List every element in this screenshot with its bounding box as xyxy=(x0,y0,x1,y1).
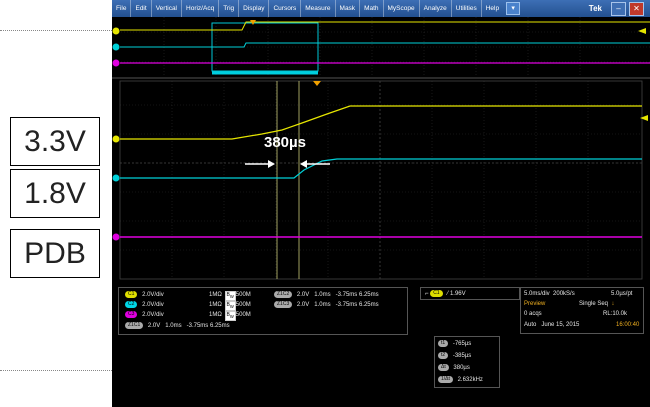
ch3-bw: 500M xyxy=(235,312,251,318)
measurement-annotation: 380µs xyxy=(264,134,306,151)
cursor-freq-chip[interactable]: 1/Δt xyxy=(438,376,453,383)
ch2-scale: 2.0V/div xyxy=(142,302,164,309)
ch3-chip[interactable]: C3 xyxy=(125,311,138,318)
trace-ch2 xyxy=(120,158,642,179)
ch2-impedance: 1MΩ xyxy=(209,302,222,308)
acquisition-mode: Preview xyxy=(524,301,546,307)
acquisition-time: 16:00:40 xyxy=(616,322,640,328)
sequence-status-icon: ↓ xyxy=(611,301,615,307)
zoom1-ch2-time: 1.0ms xyxy=(314,292,331,299)
menu-analyze[interactable]: Analyze xyxy=(420,0,452,17)
sequence-mode: Single Seq xyxy=(579,301,609,307)
trigger-position-marker[interactable] xyxy=(313,81,321,86)
label-1v8: 1.8V xyxy=(10,169,100,218)
menu-help[interactable]: Help xyxy=(482,0,503,17)
menu-measure[interactable]: Measure xyxy=(301,0,336,17)
overview-ch2-marker xyxy=(112,43,120,51)
sample-rate: 200kS/s xyxy=(553,291,575,297)
label-pdb: PDB xyxy=(10,229,100,278)
overview-panel xyxy=(112,17,650,75)
record-length: RL:10.0k xyxy=(603,311,628,317)
measurement-arrow-right xyxy=(300,160,330,168)
menu-trig[interactable]: Trig xyxy=(219,0,240,17)
cursor-delta-chip[interactable]: Δt xyxy=(438,364,449,371)
zoom1-ch2-chip[interactable]: Z1C2 xyxy=(274,291,293,298)
oscilloscope-window: File Edit Vertical Horiz/Acq Trig Displa… xyxy=(112,0,650,407)
cursor-freq-value: 2.632kHz xyxy=(457,377,483,384)
cursor-t2-chip[interactable]: t2 xyxy=(438,352,449,359)
main-graticule-frame xyxy=(119,80,643,280)
ch2-bw: 500M xyxy=(235,302,251,308)
cursor-delta-value: 380µs xyxy=(453,365,470,372)
trigger-level: 1.96V xyxy=(449,291,466,298)
trigger-slope-icon: ⁄ xyxy=(447,291,449,298)
overview-ch3-marker xyxy=(112,59,120,67)
zoom1-ch3-range: -3.75ms 6.25ms xyxy=(335,302,379,309)
ch1-scale: 2.0V/div xyxy=(142,292,164,299)
menu-horiz-acq[interactable]: Horiz/Acq xyxy=(182,0,220,17)
menu-utilities[interactable]: Utilities xyxy=(452,0,482,17)
zoom1-ch2-scale: 2.0V xyxy=(296,292,310,299)
measurement-arrow-left xyxy=(245,160,275,168)
ch2-ground-marker[interactable] xyxy=(112,174,120,182)
menu-mask[interactable]: Mask xyxy=(336,0,361,17)
minimize-icon[interactable]: – xyxy=(611,2,626,16)
menu-file[interactable]: File xyxy=(112,0,132,17)
dotted-guide-bottom xyxy=(0,370,112,371)
ch2-bw-label: BW xyxy=(224,301,236,311)
ch3-ground-marker[interactable] xyxy=(112,233,120,241)
cursor-t1-value: -765µs xyxy=(452,341,472,348)
trigger-edge-icon: ⌐ xyxy=(425,291,429,298)
help-dropdown-icon[interactable]: ▾ xyxy=(506,2,521,15)
zoom1-ch3-chip[interactable]: Z1C3 xyxy=(274,301,293,308)
main-grid xyxy=(120,81,642,279)
brand-logo: Tek xyxy=(588,4,602,13)
menu-display[interactable]: Display xyxy=(239,0,270,17)
resolution: 5.0µs/pt xyxy=(611,291,633,297)
ch3-impedance: 1MΩ xyxy=(209,312,222,318)
dotted-guide-top xyxy=(0,30,112,31)
trigger-panel[interactable]: ⌐ C1 ⁄ 1.96V xyxy=(420,287,520,300)
trigger-mode: Auto xyxy=(524,322,537,328)
ch1-chip[interactable]: C1 xyxy=(125,291,138,298)
ch1-impedance: 1MΩ xyxy=(209,292,222,298)
ch1-bw: 500M xyxy=(235,292,251,298)
menu-myscope[interactable]: MyScope xyxy=(384,0,420,17)
menu-edit[interactable]: Edit xyxy=(131,0,152,17)
acquisition-date: June 15, 2015 xyxy=(541,322,580,328)
horizontal-scale: 5.0ms/div xyxy=(524,291,550,297)
ch3-scale: 2.0V/div xyxy=(142,312,164,319)
ch2-chip[interactable]: C2 xyxy=(125,301,138,308)
zoom1-ch1-range: -3.75ms 6.25ms xyxy=(186,323,230,330)
zoom1-ch1-time: 1.0ms xyxy=(165,323,182,330)
waveform-display: 380µs xyxy=(112,17,650,280)
menu-cursors[interactable]: Cursors xyxy=(269,0,302,17)
ch1-ground-marker[interactable] xyxy=(112,135,120,143)
zoom1-ch3-time: 1.0ms xyxy=(314,302,331,309)
zoom1-ch3-scale: 2.0V xyxy=(296,302,310,309)
close-icon[interactable]: ✕ xyxy=(629,2,644,16)
cursor-readout-panel[interactable]: t1 -765µs t2 -385µs Δt 380µs 1/Δt 2.632k… xyxy=(434,336,500,388)
trigger-level-marker[interactable] xyxy=(640,115,648,121)
menu-math[interactable]: Math xyxy=(360,0,384,17)
ch3-bw-label: BW xyxy=(224,311,236,321)
overview-ch1-marker xyxy=(112,27,120,35)
zoom1-ch1-scale: 2.0V xyxy=(147,323,161,330)
cursor-t1-chip[interactable]: t1 xyxy=(438,340,449,347)
menu-vertical[interactable]: Vertical xyxy=(152,0,183,17)
ch1-bw-label: BW xyxy=(224,291,236,301)
menu-bar: File Edit Vertical Horiz/Acq Trig Displa… xyxy=(112,0,650,17)
zoom1-ch2-range: -3.75ms 6.25ms xyxy=(335,292,379,299)
zoom1-ch1-chip[interactable]: Z1C1 xyxy=(125,322,144,329)
acquisition-count: 0 acqs xyxy=(524,311,542,317)
acquisition-panel[interactable]: 5.0ms/div 200kS/s 5.0µs/pt Preview Singl… xyxy=(520,287,644,334)
trigger-source-chip[interactable]: C1 xyxy=(430,290,443,297)
label-3v3: 3.3V xyxy=(10,117,100,166)
cursor-t2-value: -385µs xyxy=(452,353,472,360)
channel-settings-panel: C1 2.0V/div 1MΩ BW 500M C2 2.0V/div 1MΩ B… xyxy=(118,287,408,335)
